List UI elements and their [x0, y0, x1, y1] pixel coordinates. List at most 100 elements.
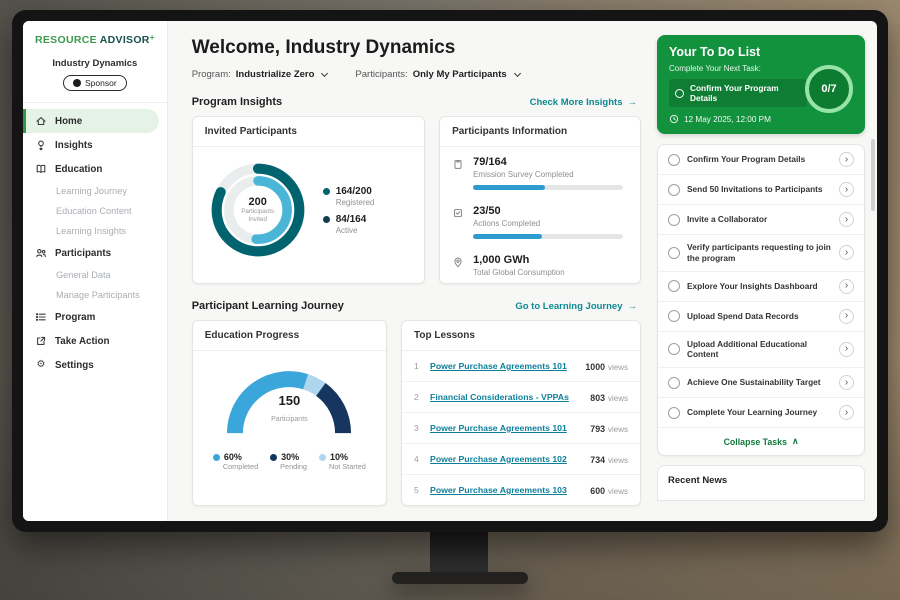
chevron-right-icon[interactable]: › — [839, 279, 854, 294]
lesson-rank: 1 — [414, 361, 422, 371]
link-label: Go to Learning Journey — [515, 301, 622, 312]
lesson-views: 793 — [590, 424, 605, 434]
checkbox-circle-icon[interactable] — [668, 247, 680, 259]
views-suffix: views — [608, 456, 628, 465]
monitor-stand-base — [392, 572, 528, 584]
go-to-learning-journey-link[interactable]: Go to Learning Journey → — [515, 301, 637, 312]
checkbox-circle-icon[interactable] — [668, 184, 680, 196]
stat-label: Total Global Consumption — [473, 268, 565, 277]
todo-title: Your To Do List — [669, 45, 853, 59]
checkbox-circle-icon[interactable] — [668, 407, 680, 419]
task-label: Achieve One Sustainability Target — [687, 377, 832, 388]
task-row[interactable]: Verify participants requesting to join t… — [658, 235, 864, 272]
legend-label: Completed — [223, 462, 258, 471]
chevron-right-icon[interactable]: › — [839, 182, 854, 197]
sidebar-item-learning-insights[interactable]: Learning Insights — [23, 221, 167, 241]
chevron-right-icon[interactable]: › — [839, 152, 854, 167]
stat-emission-survey: 79/164 Emission Survey Completed — [440, 147, 640, 196]
donut-legend: 164/200 Registered 84/164 Active — [323, 179, 375, 242]
lesson-link[interactable]: Power Purchase Agreements 103 — [430, 485, 582, 495]
sidebar-item-learning-journey[interactable]: Learning Journey — [23, 181, 167, 201]
task-row[interactable]: Explore Your Insights Dashboard › — [658, 272, 864, 302]
people-icon — [35, 247, 47, 259]
task-row[interactable]: Upload Additional Educational Content › — [658, 332, 864, 369]
legend-item-active: 84/164 Active — [323, 214, 375, 235]
sidebar-item-home[interactable]: Home — [23, 109, 159, 133]
lesson-link[interactable]: Power Purchase Agreements 102 — [430, 454, 582, 464]
sidebar-item-label: Education — [55, 164, 102, 175]
participants-filter[interactable]: Participants: Only My Participants — [355, 69, 519, 80]
lightbulb-icon — [35, 139, 47, 151]
checkbox-circle-icon[interactable] — [668, 343, 680, 355]
legend-value: 84/164 — [336, 214, 367, 225]
views-suffix: views — [608, 394, 628, 403]
chevron-right-icon[interactable]: › — [839, 342, 854, 357]
chevron-right-icon[interactable]: › — [839, 405, 854, 420]
chevron-right-icon[interactable]: › — [839, 309, 854, 324]
legend-value: 10% — [330, 452, 348, 462]
stat-actions-completed: 23/50 Actions Completed — [440, 196, 640, 245]
task-row[interactable]: Confirm Your Program Details › — [658, 145, 864, 175]
check-square-icon — [452, 207, 464, 219]
card-title: Top Lessons — [402, 321, 640, 351]
checkbox-circle-icon[interactable] — [668, 280, 680, 292]
checkbox-circle-icon[interactable] — [668, 154, 680, 166]
sidebar-item-education[interactable]: Education — [23, 157, 167, 181]
lesson-link[interactable]: Power Purchase Agreements 101 — [430, 423, 582, 433]
task-row[interactable]: Invite a Collaborator › — [658, 205, 864, 235]
learning-cards: Education Progress 150 Participants — [192, 320, 641, 506]
scrollbar[interactable] — [871, 139, 875, 211]
checkbox-circle-icon[interactable] — [668, 214, 680, 226]
check-more-insights-link[interactable]: Check More Insights → — [530, 97, 637, 108]
logo-primary: RESOURCE — [35, 34, 97, 46]
lesson-link[interactable]: Financial Considerations - VPPAs — [430, 392, 582, 402]
sidebar-item-manage-participants[interactable]: Manage Participants — [23, 285, 167, 305]
education-gauge-chart: 150 Participants — [214, 357, 364, 448]
task-row[interactable]: Achieve One Sustainability Target › — [658, 368, 864, 398]
legend-label: Registered — [336, 198, 375, 207]
chevron-up-icon: ∧ — [792, 436, 798, 447]
lesson-views: 600 — [590, 486, 605, 496]
next-task[interactable]: Confirm Your Program Details — [669, 79, 807, 107]
sidebar-item-label: Settings — [55, 360, 94, 371]
collapse-tasks-button[interactable]: Collapse Tasks ∧ — [658, 428, 864, 455]
collapse-label: Collapse Tasks — [724, 437, 787, 447]
task-row[interactable]: Complete Your Learning Journey › — [658, 398, 864, 428]
sponsor-badge[interactable]: Sponsor — [63, 75, 127, 91]
sidebar-item-label: Take Action — [55, 336, 109, 347]
sidebar-item-program[interactable]: Program — [23, 305, 167, 329]
page-title: Welcome, Industry Dynamics — [192, 37, 641, 59]
sidebar-item-take-action[interactable]: Take Action — [23, 329, 167, 353]
lesson-link[interactable]: Power Purchase Agreements 101 — [430, 361, 577, 371]
app-screen: RESOURCE ADVISOR+ Industry Dynamics Spon… — [23, 21, 877, 521]
chevron-down-icon — [321, 70, 328, 77]
legend-value: 30% — [281, 452, 299, 462]
sidebar-item-label: Home — [55, 116, 82, 127]
checkbox-circle-icon[interactable] — [668, 310, 680, 322]
task-list: Confirm Your Program Details › Send 50 I… — [657, 144, 865, 456]
chevron-right-icon[interactable]: › — [839, 212, 854, 227]
program-filter[interactable]: Program: Industrialize Zero — [192, 69, 328, 80]
lesson-views: 1000 — [585, 362, 605, 372]
task-row[interactable]: Upload Spend Data Records › — [658, 302, 864, 332]
chevron-right-icon[interactable]: › — [839, 245, 854, 260]
sidebar-item-settings[interactable]: ⚙ Settings — [23, 353, 167, 377]
due-date: 12 May 2025, 12:00 PM — [684, 115, 771, 124]
sidebar: RESOURCE ADVISOR+ Industry Dynamics Spon… — [23, 21, 168, 521]
next-task-label: Confirm Your Program Details — [690, 83, 801, 103]
invited-participants-card: Invited Participants 200 Partic — [192, 116, 425, 284]
recent-news-card[interactable]: Recent News — [657, 465, 865, 501]
sidebar-item-general-data[interactable]: General Data — [23, 265, 167, 285]
chevron-right-icon[interactable]: › — [839, 375, 854, 390]
stat-label: Actions Completed — [473, 219, 623, 228]
sidebar-item-education-content[interactable]: Education Content — [23, 201, 167, 221]
task-row[interactable]: Send 50 Invitations to Participants › — [658, 175, 864, 205]
progress-count: 0/7 — [821, 83, 836, 95]
sidebar-item-label: Program — [55, 312, 95, 323]
checkbox-circle-icon[interactable] — [668, 377, 680, 389]
sidebar-item-insights[interactable]: Insights — [23, 133, 167, 157]
sidebar-item-participants[interactable]: Participants — [23, 241, 167, 265]
map-pin-icon — [452, 256, 464, 268]
views-suffix: views — [608, 363, 628, 372]
insights-cards: Invited Participants 200 Partic — [192, 116, 641, 284]
